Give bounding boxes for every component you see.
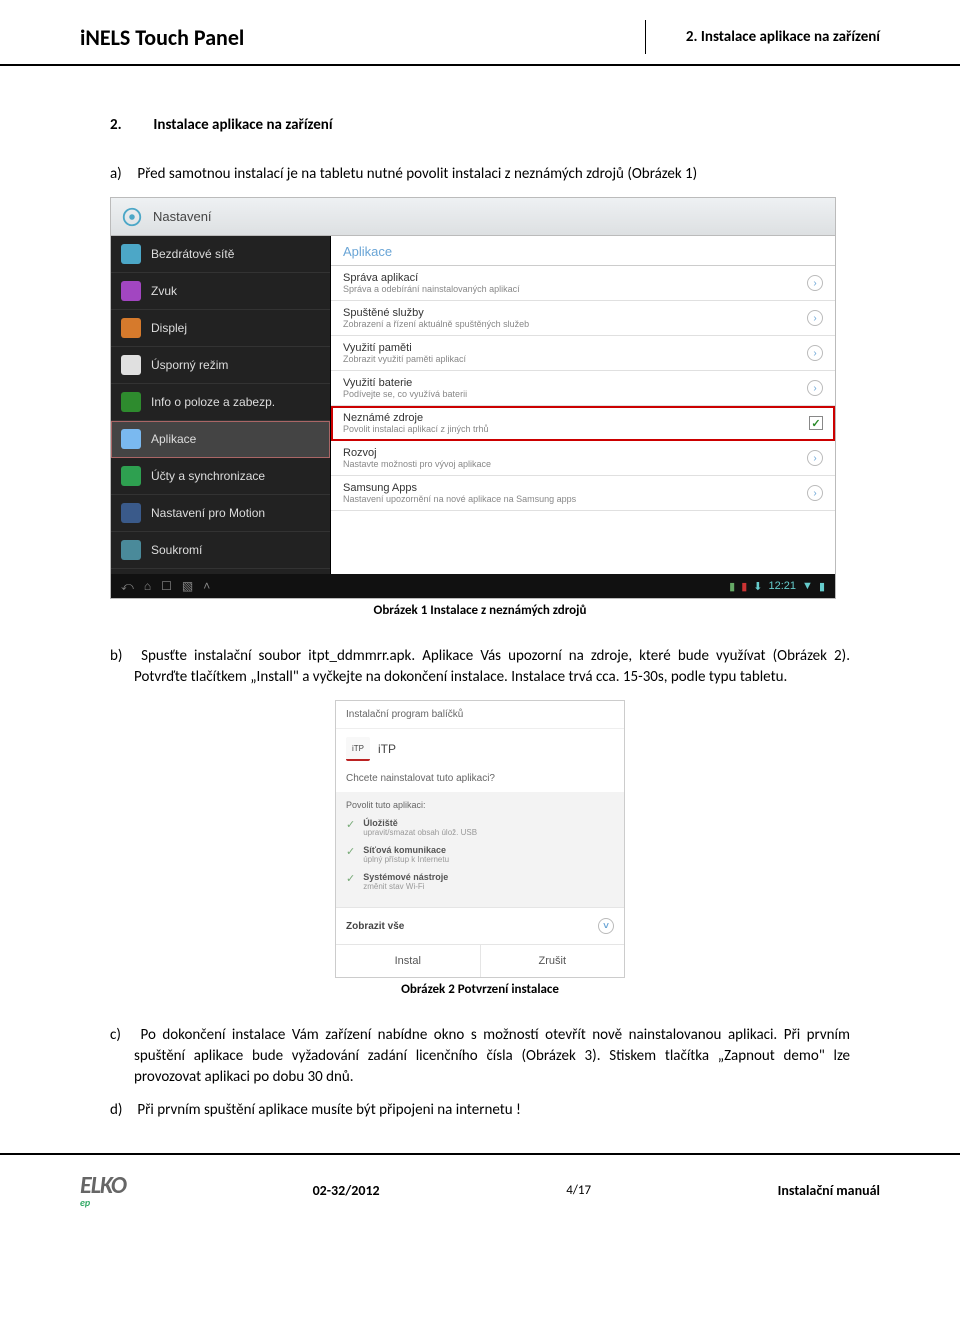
up-icon[interactable]: ˄ <box>203 579 210 594</box>
list-item-d: d) Při prvním spuštění aplikace musíte b… <box>134 1100 850 1121</box>
sidebar-item-label: Displej <box>151 321 187 335</box>
check-icon: ✓ <box>346 872 355 891</box>
status-time: 12:21 <box>769 580 797 592</box>
gear-icon <box>121 206 143 228</box>
check-icon: ✓ <box>346 845 355 864</box>
sidebar-item[interactable]: Účty a synchronizace <box>111 458 330 495</box>
screenshot-settings: Nastavení Bezdrátové sítě Zvuk Displej Úspo… <box>110 197 836 599</box>
permission-item: ✓Systémové nástrojezměnit stav Wi-Fi <box>346 872 614 891</box>
sidebar-item[interactable]: Aplikace <box>111 421 330 458</box>
sidebar-item-label: Zvuk <box>151 284 177 298</box>
install-button[interactable]: Instal <box>336 945 480 977</box>
list-item-a: a) Před samotnou instalací je na tabletu… <box>134 164 850 185</box>
checkbox-checked-icon[interactable]: ✓ <box>809 416 823 430</box>
footer-code: 02-32/2012 <box>313 1182 380 1199</box>
page-footer: ELKO ep 02-32/2012 4/17 Instalační manuá… <box>0 1153 960 1219</box>
section-heading: 2. Instalace aplikace na zařízení <box>110 116 850 134</box>
header-title-right: 2. Instalace aplikace na zařízení <box>645 20 880 54</box>
app-name: iTP <box>378 742 396 756</box>
sidebar-item-icon <box>121 355 141 375</box>
app-icon: iTP <box>346 737 370 761</box>
android-statusbar: ⤺ ⌂ ☐ ▧ ˄ ▮ ▮ ⬇ 12:21 ▼ ▮ <box>111 574 835 598</box>
chevron-right-icon: › <box>807 485 823 501</box>
settings-option[interactable]: Neznámé zdrojePovolit instalaci aplikací… <box>331 406 835 441</box>
figure-2-caption: Obrázek 2 Potvrzení instalace <box>110 982 850 997</box>
sidebar-item-label: Účty a synchronizace <box>151 469 265 483</box>
settings-sidebar: Bezdrátové sítě Zvuk Displej Úsporný režim I… <box>111 236 331 574</box>
screenshot-icon[interactable]: ▧ <box>182 579 193 594</box>
sidebar-item-label: Info o poloze a zabezp. <box>151 395 275 409</box>
settings-panel-header: Aplikace <box>331 236 835 266</box>
sidebar-item-label: Bezdrátové sítě <box>151 247 234 261</box>
permission-item: ✓Síťová komunikaceúplný přístup k Intern… <box>346 845 614 864</box>
install-question: Chcete nainstalovat tuto aplikaci? <box>336 769 624 792</box>
chevron-right-icon: › <box>807 345 823 361</box>
settings-title: Nastavení <box>153 209 212 224</box>
sidebar-item-icon <box>121 281 141 301</box>
settings-option[interactable]: RozvojNastavte možnosti pro vývoj aplika… <box>331 441 835 476</box>
back-icon[interactable]: ⤺ <box>121 579 134 594</box>
screenshot-install-confirm: Instalační program balíčků iTP iTP Chcet… <box>335 700 625 978</box>
chevron-down-icon: ˅ <box>598 918 614 934</box>
list-item-b: b) Spusťte instalační soubor itpt_ddmmrr… <box>134 646 850 688</box>
figure-1-caption: Obrázek 1 Instalace z neznámých zdrojů <box>110 603 850 618</box>
section-title-text: Instalace aplikace na zařízení <box>153 116 332 134</box>
settings-option[interactable]: Spuštěné službyZobrazení a řízení aktuál… <box>331 301 835 336</box>
sidebar-item[interactable]: Nastavení pro Motion <box>111 495 330 532</box>
section-number: 2. <box>110 116 150 134</box>
settings-option[interactable]: Správa aplikacíSpráva a odebírání nainst… <box>331 266 835 301</box>
footer-page: 4/17 <box>566 1183 591 1198</box>
settings-option[interactable]: Samsung AppsNastavení upozornění na nové… <box>331 476 835 511</box>
header-title-left: iNELS Touch Panel <box>80 24 244 51</box>
sidebar-item[interactable]: Úsporný režim <box>111 347 330 384</box>
chevron-right-icon: › <box>807 310 823 326</box>
signal-icon: ▮ <box>729 580 735 593</box>
sidebar-item-icon <box>121 392 141 412</box>
sidebar-item[interactable]: Zvuk <box>111 273 330 310</box>
chevron-right-icon: › <box>807 380 823 396</box>
sidebar-item[interactable]: Úložiště <box>111 569 330 574</box>
sidebar-item-icon <box>121 318 141 338</box>
sidebar-item-icon <box>121 540 141 560</box>
settings-option[interactable]: Využití bateriePodívejte se, co využívá … <box>331 371 835 406</box>
home-icon[interactable]: ⌂ <box>144 579 151 594</box>
sidebar-item-label: Úsporný režim <box>151 358 228 372</box>
logo: ELKO ep <box>80 1171 126 1209</box>
show-all-row[interactable]: Zobrazit vše ˅ <box>336 907 624 944</box>
check-icon: ✓ <box>346 818 355 837</box>
chevron-right-icon: › <box>807 450 823 466</box>
list-item-c: c) Po dokončení instalace Vám zařízení n… <box>134 1025 850 1088</box>
recent-icon[interactable]: ☐ <box>161 579 172 594</box>
chevron-right-icon: › <box>807 275 823 291</box>
permission-item: ✓Úložištěupravit/smazat obsah úlož. USB <box>346 818 614 837</box>
settings-option[interactable]: Využití pamětiZobrazit využití paměti ap… <box>331 336 835 371</box>
sidebar-item[interactable]: Displej <box>111 310 330 347</box>
cancel-button[interactable]: Zrušit <box>480 945 625 977</box>
sidebar-item-icon <box>121 503 141 523</box>
sidebar-item-icon <box>121 466 141 486</box>
sidebar-item[interactable]: Info o poloze a zabezp. <box>111 384 330 421</box>
download-icon: ⬇ <box>753 580 762 593</box>
installer-window-title: Instalační program balíčků <box>336 701 624 729</box>
sidebar-item-label: Nastavení pro Motion <box>151 506 265 520</box>
page-header: iNELS Touch Panel 2. Instalace aplikace … <box>0 0 960 66</box>
sidebar-item-icon <box>121 244 141 264</box>
sidebar-item-icon <box>121 429 141 449</box>
permissions-header: Povolit tuto aplikaci: <box>346 800 614 810</box>
footer-manual: Instalační manuál <box>778 1182 880 1199</box>
sidebar-item-label: Aplikace <box>151 432 196 446</box>
battery-level-icon: ▮ <box>819 580 825 593</box>
wifi-icon: ▼ <box>802 580 813 592</box>
sidebar-item[interactable]: Bezdrátové sítě <box>111 236 330 273</box>
sidebar-item-label: Soukromí <box>151 543 202 557</box>
sidebar-item[interactable]: Soukromí <box>111 532 330 569</box>
battery-icon: ▮ <box>741 580 747 593</box>
